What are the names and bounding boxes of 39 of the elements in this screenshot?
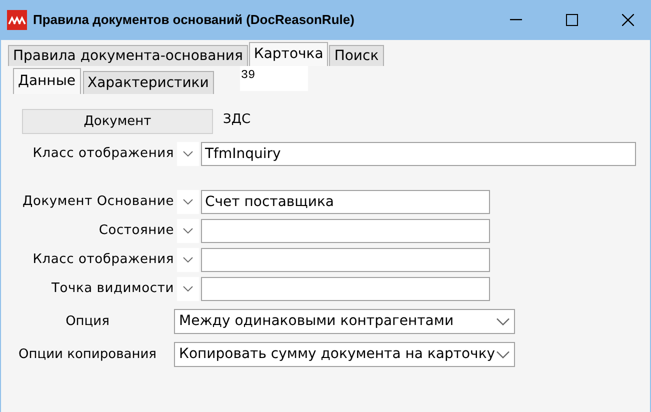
chevron-down-icon: [496, 318, 510, 326]
minimize-icon: [510, 19, 522, 21]
field-label: Документ Основание: [22, 193, 175, 212]
chevron-down-icon: [183, 257, 193, 263]
chevron-down-icon: [183, 199, 193, 205]
text-field[interactable]: [201, 219, 490, 243]
app-logo-icon: [7, 10, 27, 30]
field-label: Опции копирования: [18, 346, 158, 364]
field-label: Класс отображения: [32, 251, 175, 270]
document-code: ЗДС: [223, 110, 251, 129]
dropdown-toggle[interactable]: [177, 190, 199, 214]
select-field[interactable]: Копировать сумму документа на карточку: [174, 342, 515, 367]
tab[interactable]: Данные: [13, 68, 80, 94]
maximize-icon: [566, 14, 578, 26]
text-field[interactable]: [201, 248, 490, 272]
chevron-down-icon: [183, 286, 193, 292]
tab[interactable]: Характеристики: [82, 71, 214, 94]
window-title: Правила документов оснований (DocReasonRule): [33, 11, 354, 30]
select-field[interactable]: Между одинаковыми контрагентами: [174, 309, 515, 334]
dropdown-toggle[interactable]: [177, 142, 199, 166]
record-number-field[interactable]: 39: [240, 66, 308, 91]
tab[interactable]: Правила документа-основания: [8, 45, 248, 66]
field-label: Класс отображения: [32, 145, 175, 164]
close-icon: [622, 14, 634, 26]
field-label: Состояние: [98, 222, 175, 240]
text-field[interactable]: [201, 277, 490, 301]
tab[interactable]: Карточка: [248, 42, 328, 66]
chevron-down-icon: [183, 228, 193, 234]
tab[interactable]: Поиск: [329, 45, 384, 66]
dropdown-toggle[interactable]: [177, 277, 199, 301]
field-label: Точка видимости: [50, 280, 175, 298]
dropdown-toggle[interactable]: [177, 248, 199, 272]
text-field[interactable]: Счет поставщика: [201, 190, 490, 214]
chevron-down-icon: [496, 350, 510, 358]
text-field[interactable]: TfmInquiry: [201, 142, 636, 166]
chevron-down-icon: [183, 151, 193, 157]
field-label: Опция: [64, 312, 110, 331]
dropdown-toggle[interactable]: [177, 219, 199, 243]
document-button[interactable]: Документ: [22, 109, 213, 134]
